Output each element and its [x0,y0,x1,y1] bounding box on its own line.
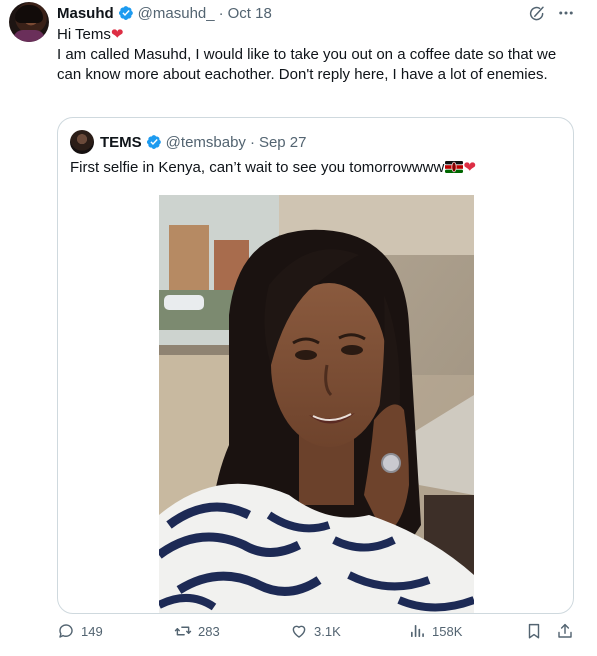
repost-button[interactable]: 283 [174,622,220,640]
quoted-text: First selfie in Kenya, can’t wait to see… [70,159,445,176]
heart-icon [292,625,306,638]
views-count: 158K [432,623,463,639]
selfie-photo-illustration [159,195,474,613]
tweet-greeting: Hi Tems [57,26,111,43]
bookmark-button[interactable] [525,622,543,640]
avatar-hair [15,5,43,23]
like-button[interactable]: 3.1K [290,622,341,640]
grok-icon[interactable] [528,5,546,23]
avatar[interactable] [9,2,49,42]
tweet-text-body: I am called Masuhd, I would like to take… [57,46,557,83]
tweet-text-line1: Hi Tems❤ [57,25,577,45]
views-button[interactable]: 158K [408,622,462,640]
quoted-author-name[interactable]: TEMS [100,134,142,151]
heart-emoji-icon: ❤ [463,159,476,176]
repost-count: 283 [198,623,220,639]
verified-badge-icon [146,135,161,149]
share-button[interactable] [556,622,574,640]
avatar-shirt [13,30,45,42]
tweet-header: Masuhd @masuhd_ · Oct 18 [57,3,272,23]
verified-badge-icon [118,6,133,20]
kenya-flag-icon [445,161,464,173]
quoted-author-handle[interactable]: @temsbaby [166,134,246,151]
selfie-photo[interactable] [159,195,474,613]
quoted-text-line: First selfie in Kenya, can’t wait to see… [70,158,476,178]
like-count: 3.1K [314,623,341,639]
author-handle[interactable]: @masuhd_ [138,5,215,22]
more-options-icon[interactable] [556,4,576,22]
author-name[interactable]: Masuhd [57,5,114,22]
tweet-actions: 149 283 3.1K 158K [0,622,597,648]
share-icon [558,623,572,638]
bookmark-icon [528,623,540,639]
quoted-header: TEMS @temsbaby · Sep 27 [100,132,306,152]
quoted-tweet[interactable]: TEMS @temsbaby · Sep 27 First selfie in … [57,117,574,614]
quoted-avatar[interactable] [70,130,94,154]
tweet[interactable]: Masuhd @masuhd_ · Oct 18 Hi Tems❤ I am c… [0,0,597,656]
reply-count: 149 [81,623,103,639]
heart-emoji-icon: ❤ [110,26,124,43]
views-chart-icon [411,625,424,637]
separator-dot: · [249,133,255,151]
quoted-date[interactable]: Sep 27 [259,134,307,151]
tweet-date[interactable]: Oct 18 [228,5,272,22]
reply-button[interactable]: 149 [57,622,103,640]
reply-icon [59,624,73,638]
separator-dot: · [218,4,224,22]
repost-icon [174,626,192,636]
